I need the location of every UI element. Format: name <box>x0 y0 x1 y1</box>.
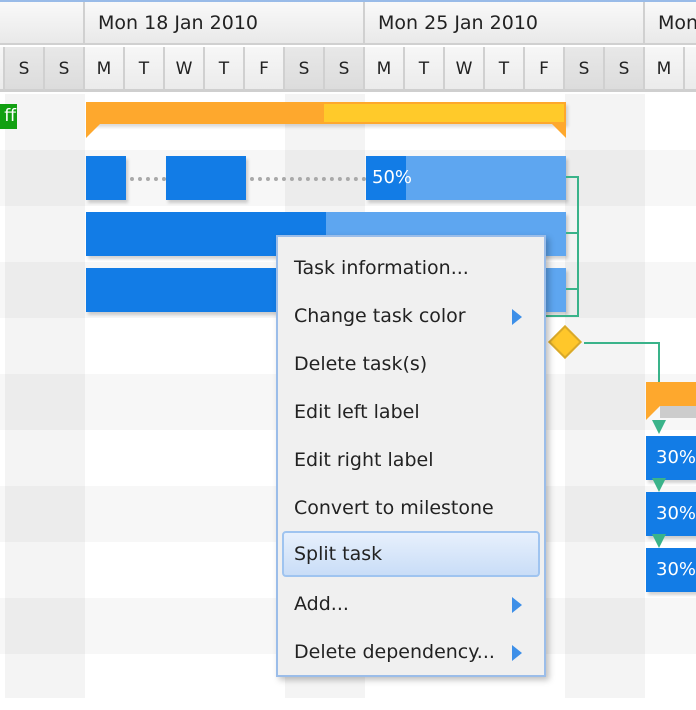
menu-item-change-task-color[interactable]: Change task color <box>282 293 540 339</box>
dependency-arrow-icon <box>652 420 666 434</box>
day-header: T <box>125 47 165 92</box>
task-percent-label: 30% <box>656 503 696 524</box>
dependency-line[interactable] <box>584 342 660 344</box>
day-header: W <box>165 47 205 92</box>
submenu-arrow-icon <box>512 597 522 613</box>
split-task-segment[interactable] <box>86 156 126 200</box>
summary-left-tip <box>646 406 660 420</box>
day-header: T <box>405 47 445 92</box>
day-header: S <box>5 47 45 92</box>
task-left-label[interactable]: ff <box>0 104 17 129</box>
day-header: M <box>85 47 125 92</box>
task-bar[interactable]: 30% <box>646 436 696 480</box>
menu-item-label: Convert to milestone <box>294 497 494 519</box>
task-progress <box>86 268 286 312</box>
menu-item-label: Change task color <box>294 305 466 327</box>
menu-item-add[interactable]: Add... <box>282 581 540 627</box>
week-header: Mon 25 Jan 2010 <box>365 2 645 45</box>
dependency-arrow-icon <box>652 478 666 492</box>
task-percent-label: 50% <box>372 167 413 188</box>
day-header: T <box>205 47 245 92</box>
dependency-line[interactable] <box>658 342 660 382</box>
menu-item-split-task[interactable]: Split task <box>282 531 540 577</box>
day-header: S <box>605 47 645 92</box>
context-menu: Task information... Change task color De… <box>276 235 546 677</box>
submenu-arrow-icon <box>512 309 522 325</box>
menu-item-edit-right-label[interactable]: Edit right label <box>282 437 540 483</box>
summary-task-bar[interactable] <box>646 382 696 406</box>
week-header: Mon 18 Jan 2010 <box>85 2 365 45</box>
submenu-arrow-icon <box>512 645 522 661</box>
task-percent-label: 30% <box>656 447 696 468</box>
day-header: F <box>245 47 285 92</box>
menu-item-label: Split task <box>294 543 383 565</box>
menu-item-label: Edit left label <box>294 401 420 423</box>
week-header <box>0 2 85 45</box>
day-header: S <box>285 47 325 92</box>
menu-item-edit-left-label[interactable]: Edit left label <box>282 389 540 435</box>
task-bar[interactable]: 30% <box>646 548 696 592</box>
summary-task-progress <box>324 104 564 122</box>
menu-item-convert-to-milestone[interactable]: Convert to milestone <box>282 485 540 531</box>
summary-left-tip <box>86 124 100 138</box>
split-task-segment[interactable]: 50% <box>366 156 566 200</box>
day-header: M <box>645 47 685 92</box>
summary-task-shadow <box>660 406 696 418</box>
menu-item-label: Delete task(s) <box>294 353 428 375</box>
menu-item-label: Delete dependency... <box>294 641 495 663</box>
split-task-gap <box>250 177 366 181</box>
day-header: M <box>365 47 405 92</box>
day-header: T <box>485 47 525 92</box>
menu-item-label: Task information... <box>294 257 469 279</box>
dependency-line[interactable] <box>577 176 579 317</box>
summary-right-tip <box>552 124 566 138</box>
menu-item-task-information[interactable]: Task information... <box>282 245 540 291</box>
menu-item-label: Add... <box>294 593 349 615</box>
week-header: Mon 01 Feb 2010 <box>645 2 696 45</box>
menu-item-delete-tasks[interactable]: Delete task(s) <box>282 341 540 387</box>
day-header: S <box>325 47 365 92</box>
task-bar[interactable]: 30% <box>646 492 696 536</box>
day-header: S <box>45 47 85 92</box>
day-header <box>685 47 696 92</box>
day-header: S <box>565 47 605 92</box>
menu-item-delete-dependency[interactable]: Delete dependency... <box>282 629 540 675</box>
split-task-gap <box>130 177 166 181</box>
day-header: W <box>445 47 485 92</box>
menu-item-label: Edit right label <box>294 449 434 471</box>
task-percent-label: 30% <box>656 559 696 580</box>
weekend-column <box>5 94 85 698</box>
split-task-segment[interactable] <box>166 156 246 200</box>
day-header: F <box>525 47 565 92</box>
dependency-arrow-icon <box>652 534 666 548</box>
